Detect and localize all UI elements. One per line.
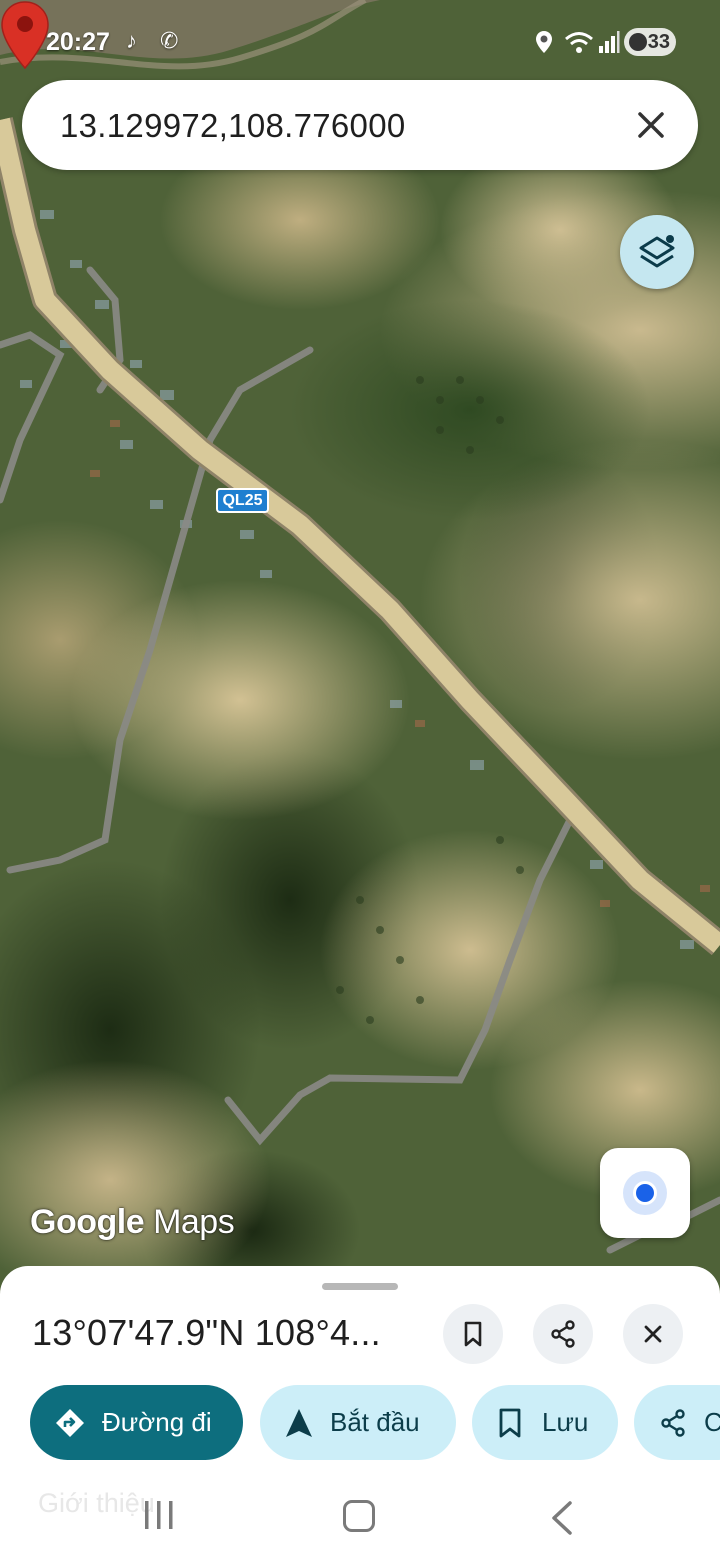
close-icon (644, 1325, 662, 1343)
recent-apps-icon[interactable] (142, 1497, 176, 1533)
home-icon[interactable] (343, 1500, 375, 1532)
close-sheet-button[interactable] (623, 1304, 683, 1364)
route-shield-ql25[interactable]: QL25 (216, 488, 269, 513)
share-icon-button[interactable] (533, 1304, 593, 1364)
google-maps-watermark: Google Maps (30, 1203, 235, 1242)
watermark-maps: Maps (153, 1203, 235, 1241)
map-features (0, 0, 720, 1254)
location-status-icon (536, 31, 552, 53)
my-location-dot (633, 1181, 657, 1205)
search-query[interactable]: 13.129972,108.776000 (60, 107, 406, 145)
battery-level: 33 (647, 31, 670, 53)
start-label: Bắt đầu (330, 1407, 420, 1437)
share-icon (661, 1409, 685, 1437)
navigation-arrow-icon (286, 1409, 312, 1437)
place-coordinates: 13°07'47.9"N 108°4... (32, 1312, 381, 1353)
battery-saver-icon (629, 33, 647, 51)
search-bar[interactable]: 13.129972,108.776000 (22, 80, 698, 170)
bookmark-icon (499, 1408, 521, 1438)
back-icon[interactable] (548, 1500, 578, 1536)
start-button[interactable]: Bắt đầu (260, 1385, 456, 1460)
layers-icon (639, 235, 675, 268)
save-button[interactable]: Lưu (472, 1385, 618, 1460)
signal-icon (599, 31, 620, 53)
share-icon (551, 1320, 575, 1348)
directions-button[interactable]: Đường đi (30, 1385, 243, 1460)
status-bar: 20:27 ♪ ✆ 33 (0, 0, 720, 80)
my-location-button[interactable] (600, 1148, 690, 1238)
wifi-icon (565, 32, 593, 53)
phone-call-icon: ✆ (160, 28, 179, 53)
tiktok-icon: ♪ (126, 28, 137, 53)
status-time: 20:27 (46, 28, 110, 56)
share-label: C (704, 1407, 720, 1437)
overview-tab[interactable]: Giới thiệu (38, 1488, 155, 1519)
directions-icon (56, 1409, 84, 1437)
save-icon-button[interactable] (443, 1304, 503, 1364)
maps-screen: QL25 Google Maps 20:27 ♪ ✆ 33 13.129972,… (0, 0, 720, 1560)
layers-button[interactable] (620, 215, 694, 289)
close-icon[interactable] (628, 102, 674, 148)
my-location-icon (623, 1171, 667, 1215)
satellite-map[interactable]: QL25 Google Maps (0, 0, 720, 1290)
battery-indicator: 33 (624, 28, 676, 56)
save-label: Lưu (542, 1407, 589, 1437)
directions-label: Đường đi (102, 1407, 212, 1437)
bookmark-icon (464, 1321, 482, 1347)
share-button[interactable]: C (634, 1385, 720, 1460)
watermark-google: Google (30, 1203, 145, 1241)
sheet-drag-handle[interactable] (322, 1283, 398, 1290)
